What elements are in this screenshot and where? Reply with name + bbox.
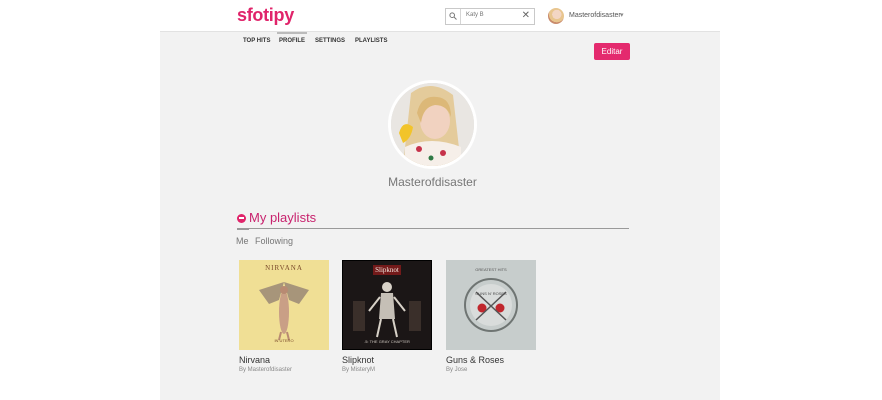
profile-name: Masterofdisaster — [388, 175, 477, 189]
tab-profile[interactable]: PROFILE — [276, 32, 308, 44]
top-bar: sfotipy Katy B ✕ Masterofdisaster ▾ — [160, 0, 720, 32]
cover-text: GUNS N' ROSES — [475, 291, 507, 296]
playlist-author: By Jose — [446, 367, 468, 373]
clear-icon[interactable]: ✕ — [522, 10, 530, 21]
playlist-author: By Masterofdisaster — [239, 367, 293, 373]
playlists-header: My playlists — [237, 210, 629, 229]
playlist-card-guns-roses[interactable]: GREATEST HITS GUNS N' ROSES Guns & Roses… — [446, 260, 538, 373]
playlist-title[interactable]: Nirvana — [239, 355, 331, 365]
search-icon[interactable] — [446, 9, 461, 24]
avatar[interactable] — [548, 8, 564, 24]
logo[interactable]: sfotipy — [237, 5, 294, 26]
sub-tab-me[interactable]: Me — [236, 236, 249, 246]
app-frame: sfotipy Katy B ✕ Masterofdisaster ▾ TOP … — [160, 0, 720, 400]
chevron-down-icon[interactable]: ▾ — [620, 11, 624, 19]
sub-tab-indicator — [237, 228, 249, 230]
edit-button[interactable]: Editar — [594, 43, 630, 60]
playlist-title[interactable]: Slipknot — [342, 355, 434, 365]
user-name[interactable]: Masterofdisaster — [569, 12, 621, 19]
playlist-icon — [237, 214, 246, 223]
playlist-card-slipknot[interactable]: Slipknot .5: THE GRAY CHAPTER Slipknot B… — [342, 260, 434, 373]
playlist-title[interactable]: Guns & Roses — [446, 355, 538, 365]
cover-text: IN UTERO — [274, 338, 294, 343]
playlists-title: My playlists — [249, 210, 317, 225]
search-box[interactable]: Katy B ✕ — [445, 8, 535, 25]
cover-text: .5: THE GRAY CHAPTER — [364, 339, 410, 344]
playlist-author: By MisteryM — [342, 367, 375, 373]
album-cover[interactable]: NIRVANA IN UTERO — [239, 260, 329, 350]
playlist-card-nirvana[interactable]: NIRVANA IN UTERO Nirvana By Masterofdisa… — [239, 260, 331, 373]
cover-text: Slipknot — [375, 266, 399, 274]
search-input[interactable]: Katy B — [466, 12, 484, 18]
cover-text: NIRVANA — [265, 264, 303, 272]
tab-playlists[interactable]: PLAYLISTS — [355, 38, 387, 44]
tab-top-hits[interactable]: TOP HITS — [243, 38, 270, 44]
album-cover[interactable]: Slipknot .5: THE GRAY CHAPTER — [342, 260, 432, 350]
cover-text: GREATEST HITS — [475, 267, 507, 272]
album-cover[interactable]: GREATEST HITS GUNS N' ROSES — [446, 260, 536, 350]
tab-settings[interactable]: SETTINGS — [315, 38, 345, 44]
playlist-sub-tabs: Me Following — [236, 236, 297, 246]
profile-photo — [388, 80, 477, 169]
sub-tab-following[interactable]: Following — [255, 236, 293, 246]
